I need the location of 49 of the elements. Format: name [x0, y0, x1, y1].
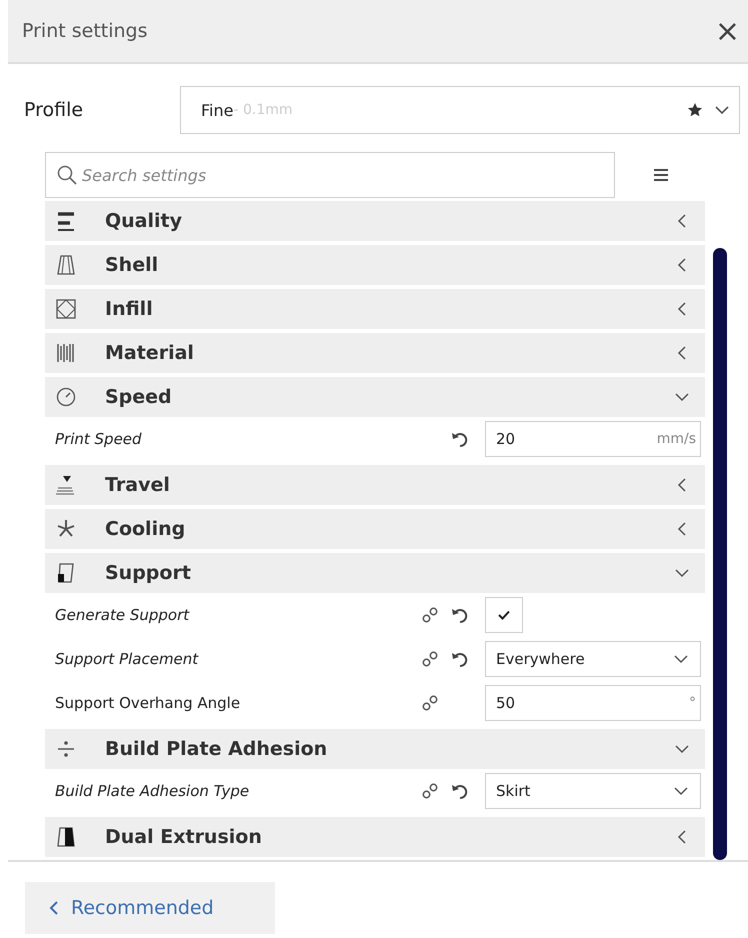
search-icon	[57, 165, 77, 185]
setting-label: Support Overhang Angle	[55, 694, 242, 712]
menu-icon[interactable]	[653, 168, 669, 182]
material-icon	[55, 342, 77, 364]
star-icon[interactable]	[687, 102, 703, 118]
reset-icon[interactable]	[451, 606, 469, 624]
category-header[interactable]: Travel	[45, 465, 705, 505]
category-header[interactable]: Support	[45, 553, 705, 593]
recommended-button[interactable]: Recommended	[25, 882, 275, 934]
unit-label: mm/s	[656, 431, 696, 447]
checkbox[interactable]	[485, 597, 523, 633]
quality-icon	[55, 210, 77, 232]
shell-icon	[55, 254, 77, 276]
reset-icon[interactable]	[451, 782, 469, 800]
unit-label: °	[689, 695, 696, 711]
chevron-down-icon	[715, 105, 729, 115]
category-header[interactable]: Material	[45, 333, 705, 373]
panel-title: Print settings	[22, 20, 148, 42]
chevron-down-icon	[674, 786, 688, 796]
reset-icon[interactable]	[451, 650, 469, 668]
category-header[interactable]: Dual Extrusion	[45, 817, 705, 857]
profile-label: Profile	[24, 99, 84, 121]
setting-label: Support Placement	[55, 650, 200, 668]
checkmark-icon	[498, 610, 510, 620]
category-header[interactable]: Shell	[45, 245, 705, 285]
travel-icon	[55, 474, 77, 496]
dropdown[interactable]: Skirt	[485, 773, 701, 809]
reset-icon[interactable]	[451, 430, 469, 448]
speed-icon	[55, 386, 77, 408]
category-header[interactable]: Infill	[45, 289, 705, 329]
adhesion-icon	[55, 738, 77, 760]
close-button[interactable]: ×	[710, 14, 744, 48]
dropdown[interactable]: Everywhere	[485, 641, 701, 677]
number-field[interactable]: 20 mm/s	[485, 421, 701, 457]
profile-name: Fine	[201, 100, 234, 120]
setting-label: Print Speed	[55, 430, 143, 448]
extrusion-icon	[55, 826, 77, 848]
category-header[interactable]: Speed	[45, 377, 705, 417]
category-header[interactable]: Cooling	[45, 509, 705, 549]
category-header[interactable]: Quality	[45, 201, 705, 241]
search-field[interactable]: Search settings	[45, 152, 615, 198]
category-header[interactable]: Build Plate Adhesion	[45, 729, 705, 769]
scrollbar[interactable]	[713, 248, 727, 860]
infill-icon	[55, 298, 77, 320]
setting-label: Build Plate Adhesion Type	[55, 782, 250, 800]
setting-label: Generate Support	[55, 606, 190, 624]
number-field[interactable]: 50 °	[485, 685, 701, 721]
chevron-left-icon	[49, 901, 59, 915]
chevron-down-icon	[674, 654, 688, 664]
